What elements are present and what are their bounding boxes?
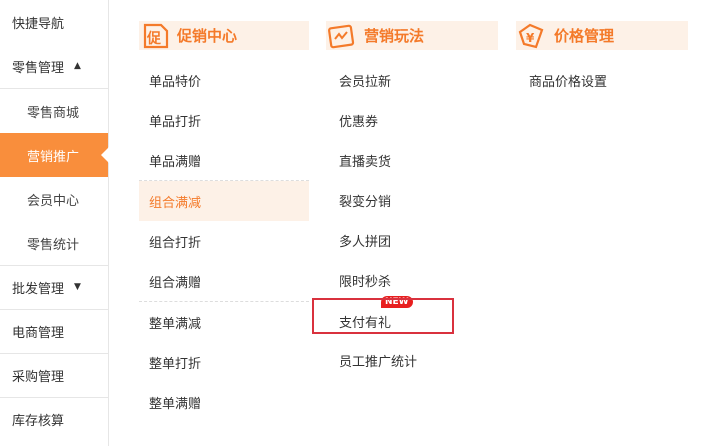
- price-management-header: ¥ 价格管理: [516, 21, 688, 50]
- svg-text:促: 促: [146, 30, 162, 47]
- sidebar-item-purchase[interactable]: 采购管理: [0, 353, 108, 397]
- menu-item-member-acquisition[interactable]: 会员拉新: [329, 60, 499, 100]
- sidebar-item-marketing-promotion[interactable]: 营销推广: [0, 133, 109, 177]
- menu-item-combo-gift[interactable]: 组合满赠: [139, 261, 309, 301]
- promo-center-header: 促 促销中心: [139, 21, 309, 50]
- sidebar-item-ecommerce[interactable]: 电商管理: [0, 309, 108, 353]
- menu-item-combo-reduction[interactable]: 组合满减: [139, 181, 309, 221]
- menu-item-order-discount[interactable]: 整单打折: [139, 342, 309, 382]
- menu-item-single-special-price[interactable]: 单品特价: [139, 60, 309, 100]
- promo-center-icon: 促: [139, 22, 169, 50]
- caret-up-icon: ▲: [74, 61, 81, 71]
- svg-text:¥: ¥: [526, 31, 535, 45]
- caret-down-icon: ▼: [74, 282, 81, 292]
- menu-item-product-price-setting[interactable]: 商品价格设置: [519, 60, 689, 100]
- price-management-title: 价格管理: [554, 27, 615, 45]
- menu-item-live-selling[interactable]: 直播卖货: [329, 140, 499, 180]
- menu-item-order-reduction[interactable]: 整单满减: [139, 302, 309, 342]
- sidebar-item-retail[interactable]: 零售管理 ▲: [0, 44, 108, 88]
- sidebar-item-wholesale[interactable]: 批发管理 ▼: [0, 265, 108, 309]
- menu-item-single-discount[interactable]: 单品打折: [139, 100, 309, 140]
- price-management-icon: ¥: [516, 22, 546, 50]
- menu-item-group-buying[interactable]: 多人拼团: [329, 220, 499, 260]
- marketing-play-title: 营销玩法: [364, 27, 425, 45]
- menu-item-order-gift[interactable]: 整单满赠: [139, 382, 309, 422]
- sidebar: 快捷导航 零售管理 ▲ 零售商城 营销推广 会员中心 零售统计 批发管理 ▼ 电…: [0, 0, 109, 446]
- marketing-play-header: 营销玩法: [326, 21, 498, 50]
- sidebar-item-quick-nav[interactable]: 快捷导航: [0, 0, 108, 44]
- sidebar-item-inventory[interactable]: 库存核算: [0, 397, 108, 441]
- menu-item-coupon[interactable]: 优惠券: [329, 100, 499, 140]
- menu-item-flash-sale[interactable]: 限时秒杀: [329, 260, 499, 300]
- menu-item-combo-discount[interactable]: 组合打折: [139, 221, 309, 261]
- marketing-play-icon: [326, 22, 356, 50]
- promo-center-title: 促销中心: [177, 27, 238, 45]
- menu-item-employee-promo-stats[interactable]: 员工推广统计: [329, 340, 499, 380]
- sidebar-item-retail-mall[interactable]: 零售商城: [0, 89, 108, 133]
- highlight-box: [312, 298, 454, 334]
- menu-item-fission-distribution[interactable]: 裂变分销: [329, 180, 499, 220]
- menu-item-single-gift[interactable]: 单品满赠: [139, 140, 309, 180]
- sidebar-item-member-center[interactable]: 会员中心: [0, 177, 108, 221]
- sidebar-item-retail-stats[interactable]: 零售统计: [0, 221, 108, 265]
